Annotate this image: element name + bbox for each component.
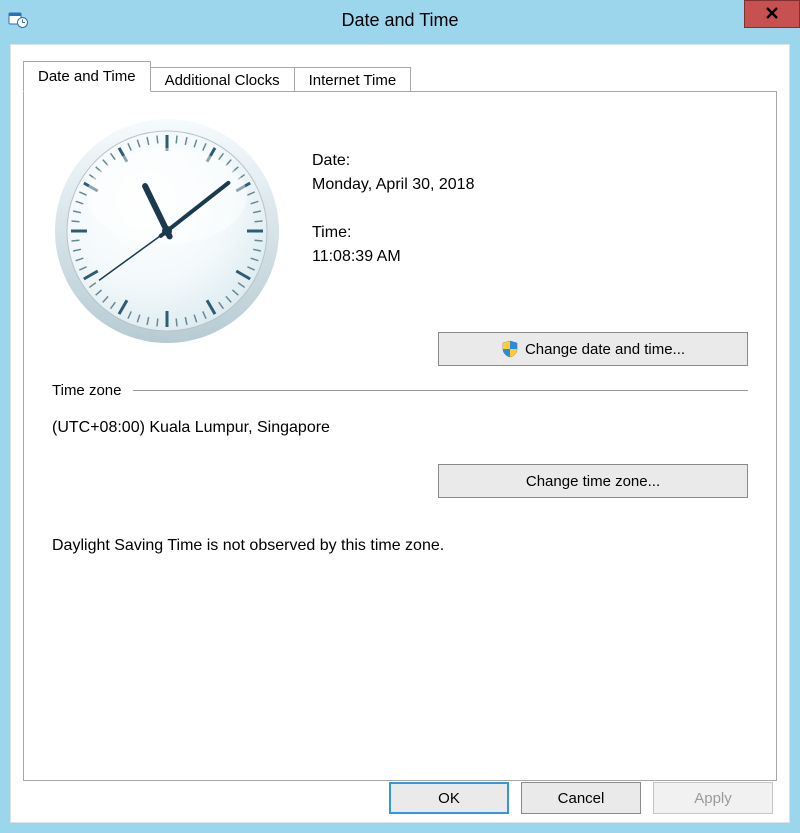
date-label: Date: [312,152,748,170]
date-time-display-row: Date: Monday, April 30, 2018 Time: 11:08… [52,116,748,346]
button-label: Apply [694,790,732,807]
tab-page-date-and-time: Date: Monday, April 30, 2018 Time: 11:08… [23,91,777,781]
dst-note: Daylight Saving Time is not observed by … [52,537,748,555]
date-time-text-block: Date: Monday, April 30, 2018 Time: 11:08… [312,116,748,346]
tab-label: Date and Time [38,68,136,85]
uac-shield-icon [501,340,519,358]
tab-label: Internet Time [309,72,397,89]
tab-strip: Date and Time Additional Clocks Internet… [23,55,777,91]
button-label: Cancel [558,790,605,807]
close-icon [765,4,779,25]
window-title: Date and Time [0,10,800,31]
analog-clock [52,116,282,346]
button-label: OK [438,790,460,807]
tab-label: Additional Clocks [165,72,280,89]
title-bar: Date and Time [0,0,800,40]
client-area: Date and Time Additional Clocks Internet… [10,44,790,823]
tab-additional-clocks[interactable]: Additional Clocks [150,67,295,93]
date-value: Monday, April 30, 2018 [312,176,748,194]
change-date-time-button[interactable]: Change date and time... [438,332,748,366]
ok-button[interactable]: OK [389,782,509,814]
close-button[interactable] [744,0,800,28]
time-value: 11:08:39 AM [312,248,748,266]
time-zone-section-header: Time zone [52,382,748,399]
time-zone-heading: Time zone [52,382,121,399]
tab-internet-time[interactable]: Internet Time [294,67,412,93]
cancel-button[interactable]: Cancel [521,782,641,814]
tab-date-and-time[interactable]: Date and Time [23,61,151,92]
apply-button[interactable]: Apply [653,782,773,814]
date-time-window: Date and Time Date and Time Additional C… [0,0,800,833]
dialog-footer: OK Cancel Apply [11,782,789,814]
time-zone-value: (UTC+08:00) Kuala Lumpur, Singapore [52,419,748,437]
divider-line [133,390,748,391]
date-time-icon [8,10,28,30]
change-time-zone-button[interactable]: Change time zone... [438,464,748,498]
button-label: Change time zone... [526,473,660,490]
button-label: Change date and time... [525,341,685,358]
time-label: Time: [312,224,748,242]
